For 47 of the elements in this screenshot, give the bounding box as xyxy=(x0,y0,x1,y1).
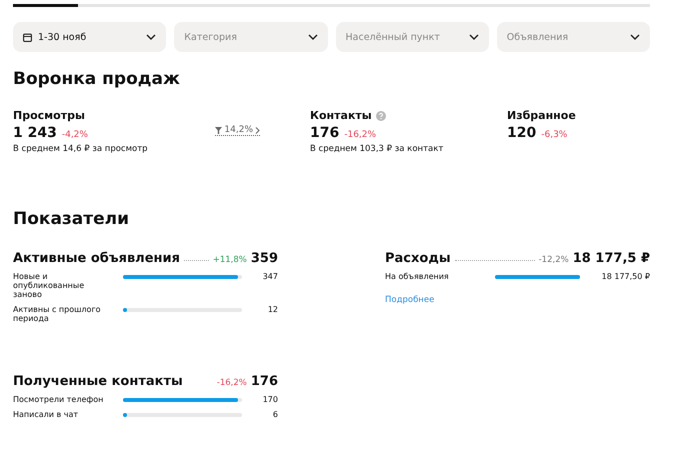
chevron-down-icon xyxy=(468,34,479,40)
block-title: Активные объявления xyxy=(13,251,180,266)
row-value: 12 xyxy=(266,305,278,314)
tab-indicator[interactable] xyxy=(13,4,78,7)
filter-dropdown[interactable]: Населённый пункт xyxy=(336,22,489,52)
chevron-right-icon xyxy=(255,126,260,134)
row-value: 18 177,50 ₽ xyxy=(600,272,650,281)
change-percent: -6,3% xyxy=(541,130,568,140)
block-title: Полученные контакты xyxy=(13,374,183,389)
block-total: 18 177,5 ₽ xyxy=(572,251,650,266)
metric-label: Контакты xyxy=(310,109,372,122)
row-label: На объявления xyxy=(385,272,450,281)
row-value: 347 xyxy=(262,272,278,281)
block-total: 176 xyxy=(250,374,278,389)
change-percent: -4,2% xyxy=(62,130,88,140)
block-title: Расходы xyxy=(385,251,451,266)
change-percent: +11,8% xyxy=(212,255,247,265)
filter-icon xyxy=(215,126,222,134)
block-total: 359 xyxy=(250,251,278,266)
details-link[interactable]: Подробнее xyxy=(385,295,434,305)
row-value: 6 xyxy=(272,410,278,419)
metric-label: Избранное xyxy=(507,109,576,122)
chevron-down-icon xyxy=(146,34,156,40)
metric-note: В среднем 103,3 ₽ за контакт xyxy=(310,144,444,154)
metric-label: Просмотры xyxy=(13,109,85,122)
section-title: Воронка продаж xyxy=(13,69,180,89)
section-title: Показатели xyxy=(13,209,130,229)
metric-value: 176 xyxy=(310,125,340,141)
row-label: Активны с прошлого периода xyxy=(13,305,102,323)
chevron-down-icon xyxy=(308,34,318,40)
filter-dropdown[interactable]: Объявления xyxy=(496,22,650,52)
conversion-link[interactable]: 14,2% xyxy=(215,125,260,136)
filter-dropdown[interactable]: Категория xyxy=(174,22,328,52)
metric-value: 120 xyxy=(507,125,536,141)
row-label: Посмотрели телефон xyxy=(13,395,104,404)
change-percent: -16,2% xyxy=(344,130,376,140)
metric-note: В среднем 14,6 ₽ за просмотр xyxy=(13,144,148,154)
help-icon[interactable] xyxy=(376,110,386,120)
row-value: 170 xyxy=(262,395,278,404)
row-label: Новые и опубликованные заново xyxy=(13,272,86,299)
metric-value: 1 243 xyxy=(13,125,57,141)
date-dropdown[interactable]: 1-30 нояб xyxy=(13,22,166,52)
chevron-down-icon xyxy=(630,34,640,40)
calendar-icon xyxy=(23,32,32,42)
change-percent: -12,2% xyxy=(538,255,569,265)
row-label: Написали в чат xyxy=(13,410,80,419)
change-percent: -16,2% xyxy=(216,378,247,388)
